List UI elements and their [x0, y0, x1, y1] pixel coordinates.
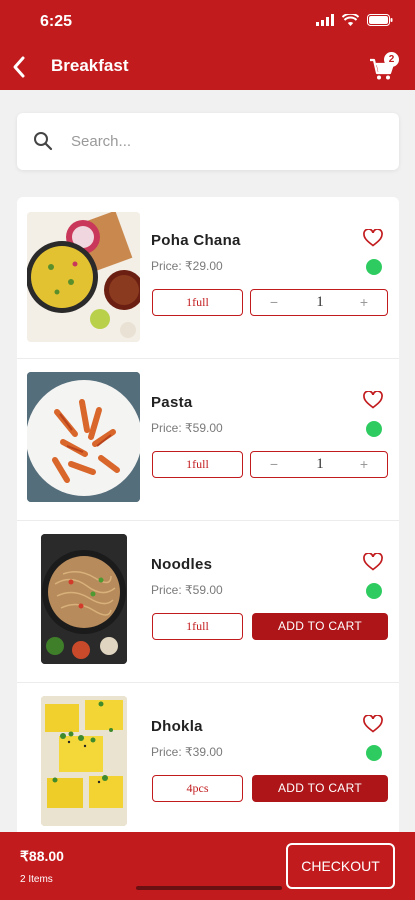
item-price: Price: ₹39.00: [151, 745, 223, 759]
add-to-cart-button[interactable]: ADD TO CART: [252, 613, 388, 640]
checkout-button[interactable]: CHECKOUT: [286, 843, 395, 889]
food-image: [41, 696, 127, 826]
search-input[interactable]: [71, 123, 371, 159]
poha-image: [27, 212, 140, 342]
back-button[interactable]: [8, 54, 32, 80]
veg-indicator: [366, 421, 382, 437]
home-indicator: [136, 886, 282, 890]
quantity-stepper: − 1 +: [250, 289, 388, 316]
cart-item-count: 2 Items: [20, 874, 53, 885]
page-title: Breakfast: [51, 56, 129, 75]
menu-item-list: Poha Chana Price: ₹29.00 1full − 1 + Pas…: [17, 197, 399, 837]
menu-item[interactable]: Pasta Price: ₹59.00 1full − 1 +: [17, 359, 399, 521]
heart-icon[interactable]: [363, 715, 383, 733]
signal-icon: [316, 14, 334, 26]
menu-item[interactable]: Dhokla Price: ₹39.00 4pcs ADD TO CART: [17, 683, 399, 837]
quantity-stepper: − 1 +: [250, 451, 388, 478]
battery-icon: [367, 14, 393, 26]
app-header: Breakfast 2: [0, 44, 415, 90]
status-bar: 6:25: [0, 0, 415, 44]
quantity-value: 1: [316, 294, 324, 310]
veg-indicator: [366, 745, 382, 761]
heart-icon[interactable]: [363, 229, 383, 247]
variant-selector[interactable]: 4pcs: [152, 775, 243, 802]
item-price: Price: ₹29.00: [151, 259, 223, 273]
wifi-icon: [342, 14, 359, 26]
search-bar: [17, 113, 399, 170]
decrement-button[interactable]: −: [259, 290, 289, 315]
pasta-image: [27, 372, 140, 502]
food-image: [27, 212, 140, 342]
veg-indicator: [366, 583, 382, 599]
chevron-left-icon: [13, 56, 25, 78]
food-image: [27, 372, 140, 502]
status-icons: [316, 14, 393, 26]
cart-total: ₹88.00: [20, 848, 64, 864]
search-icon: [34, 132, 53, 151]
veg-indicator: [366, 259, 382, 275]
menu-item[interactable]: Noodles Price: ₹59.00 1full ADD TO CART: [17, 521, 399, 683]
item-price: Price: ₹59.00: [151, 583, 223, 597]
item-name: Noodles: [151, 556, 213, 573]
item-name: Dhokla: [151, 718, 203, 735]
item-price: Price: ₹59.00: [151, 421, 223, 435]
add-to-cart-button[interactable]: ADD TO CART: [252, 775, 388, 802]
variant-selector[interactable]: 1full: [152, 451, 243, 478]
increment-button[interactable]: +: [349, 290, 379, 315]
item-name: Pasta: [151, 394, 193, 411]
quantity-value: 1: [316, 456, 324, 472]
cart-count-badge: 2: [384, 52, 399, 67]
cart-button[interactable]: 2: [369, 52, 399, 80]
dhokla-image: [41, 696, 127, 826]
variant-selector[interactable]: 1full: [152, 289, 243, 316]
food-image: [41, 534, 127, 664]
status-time: 6:25: [40, 13, 73, 30]
heart-icon[interactable]: [363, 391, 383, 409]
item-name: Poha Chana: [151, 232, 241, 249]
noodles-image: [41, 534, 127, 664]
variant-selector[interactable]: 1full: [152, 613, 243, 640]
decrement-button[interactable]: −: [259, 452, 289, 477]
menu-item[interactable]: Poha Chana Price: ₹29.00 1full − 1 +: [17, 197, 399, 359]
increment-button[interactable]: +: [349, 452, 379, 477]
heart-icon[interactable]: [363, 553, 383, 571]
